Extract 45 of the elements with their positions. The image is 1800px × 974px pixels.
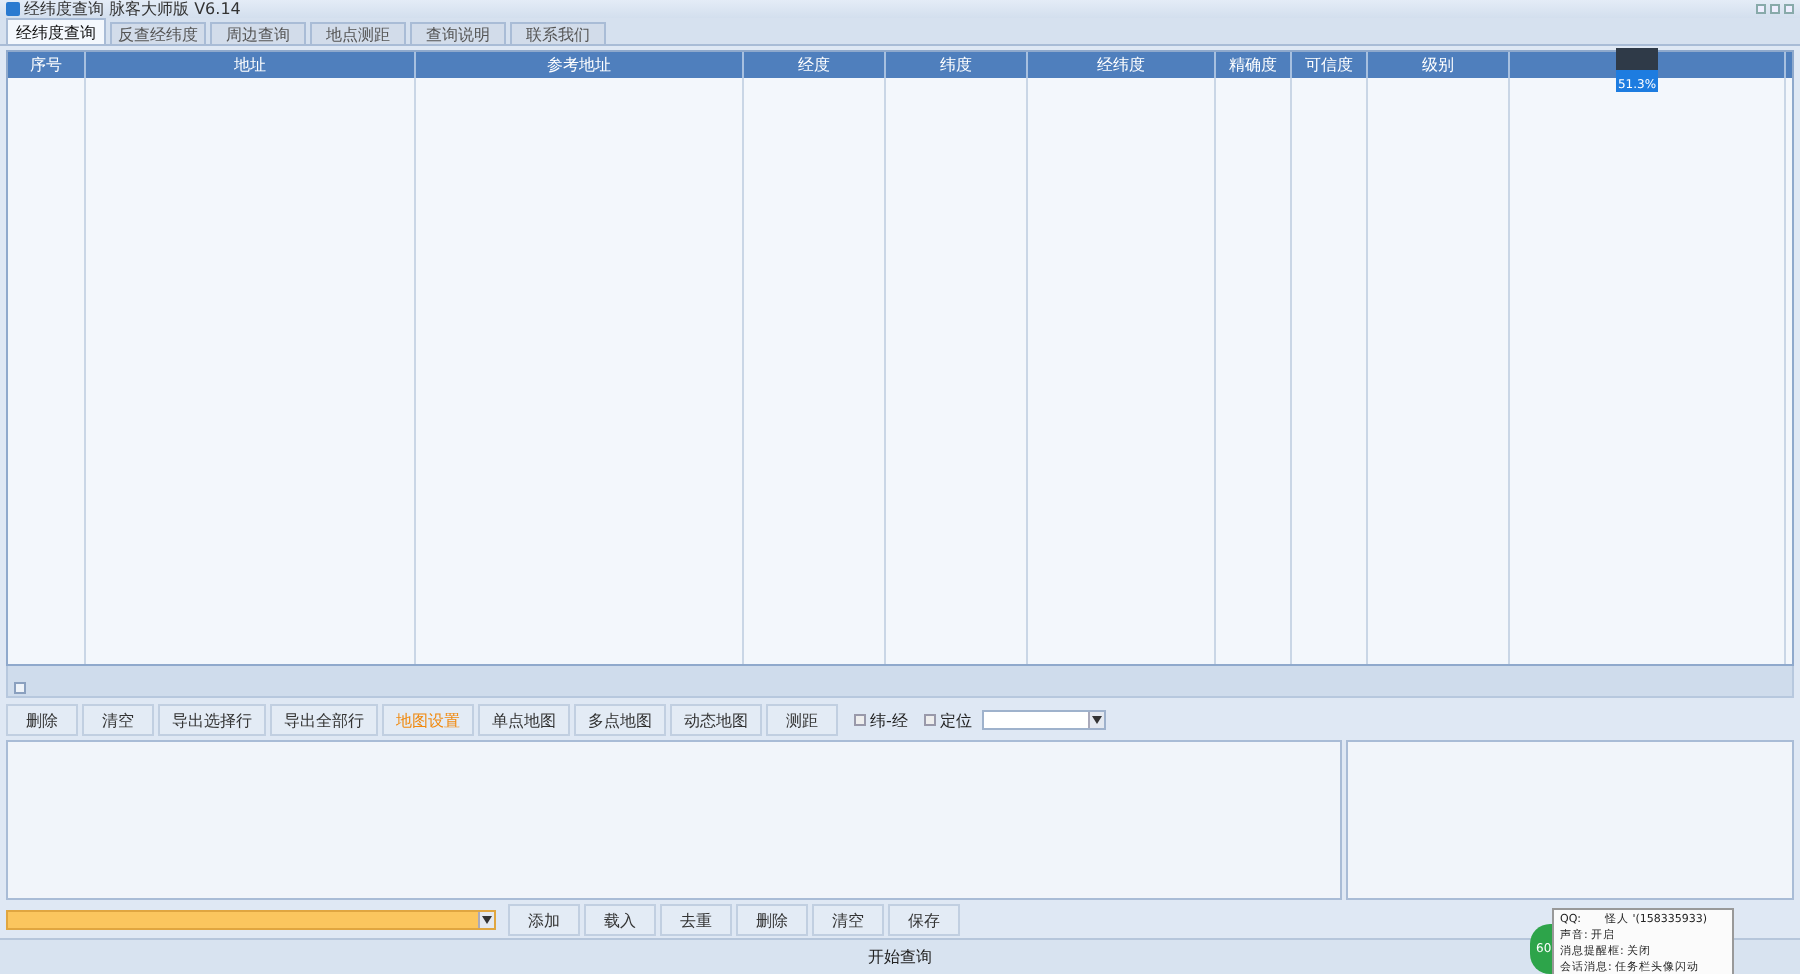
- minimize-icon[interactable]: [1756, 4, 1766, 14]
- tab[interactable]: 周边查询: [210, 22, 306, 44]
- dropdown-caret-icon[interactable]: [482, 916, 492, 924]
- maximize-icon[interactable]: [1770, 4, 1780, 14]
- checkbox-box[interactable]: [854, 714, 866, 726]
- column-header[interactable]: 经度: [744, 52, 886, 78]
- tab[interactable]: 联系我们: [510, 22, 606, 44]
- app-icon: [6, 2, 20, 16]
- column-header[interactable]: 序号: [8, 52, 86, 78]
- column-header[interactable]: 参考地址: [416, 52, 744, 78]
- action-button[interactable]: 去重: [660, 904, 732, 936]
- checkbox[interactable]: 纬-经: [854, 709, 908, 731]
- toolbar-button[interactable]: 动态地图: [670, 704, 762, 736]
- dropdown-caret-icon[interactable]: [1091, 716, 1102, 724]
- action-button[interactable]: 载入: [584, 904, 656, 936]
- status-text: 开始查询: [868, 946, 932, 968]
- window-title: 经纬度查询 脉客大师版 V6.14: [24, 0, 241, 18]
- toolbar-button[interactable]: 测距: [766, 704, 838, 736]
- toolbar-button[interactable]: 导出选择行: [158, 704, 266, 736]
- action-button[interactable]: 添加: [508, 904, 580, 936]
- toolbar-button[interactable]: 清空: [82, 704, 154, 736]
- checkbox-box[interactable]: [923, 714, 936, 726]
- column-header[interactable]: 经纬度: [1028, 52, 1216, 78]
- toolbar-button[interactable]: 删除: [6, 704, 78, 736]
- column-header[interactable]: 地址: [86, 52, 416, 78]
- column-header[interactable]: 纬度: [886, 52, 1028, 78]
- dropdown-field[interactable]: [981, 710, 1106, 730]
- toolbar-button[interactable]: 多点地图: [574, 704, 666, 736]
- tab[interactable]: 地点测距: [310, 22, 406, 44]
- close-icon[interactable]: [1784, 4, 1794, 14]
- checkbox-label: 纬-经: [870, 709, 908, 731]
- column-header[interactable]: 级别: [1368, 52, 1510, 78]
- tab[interactable]: 查询说明: [410, 22, 506, 44]
- action-button[interactable]: 保存: [888, 904, 960, 936]
- toolbar-button[interactable]: 导出全部行: [270, 704, 378, 736]
- tab[interactable]: 经纬度查询: [6, 18, 106, 44]
- input-combo-field[interactable]: [6, 910, 496, 930]
- action-button[interactable]: 清空: [812, 904, 884, 936]
- tab[interactable]: 反查经纬度: [110, 22, 206, 44]
- action-button[interactable]: 删除: [736, 904, 808, 936]
- toolbar-button[interactable]: 单点地图: [478, 704, 570, 736]
- column-header[interactable]: 可信度: [1292, 52, 1368, 78]
- checkbox-label: 定位: [939, 709, 972, 731]
- column-header[interactable]: 精确度: [1216, 52, 1292, 78]
- checkbox[interactable]: 定位: [923, 709, 972, 731]
